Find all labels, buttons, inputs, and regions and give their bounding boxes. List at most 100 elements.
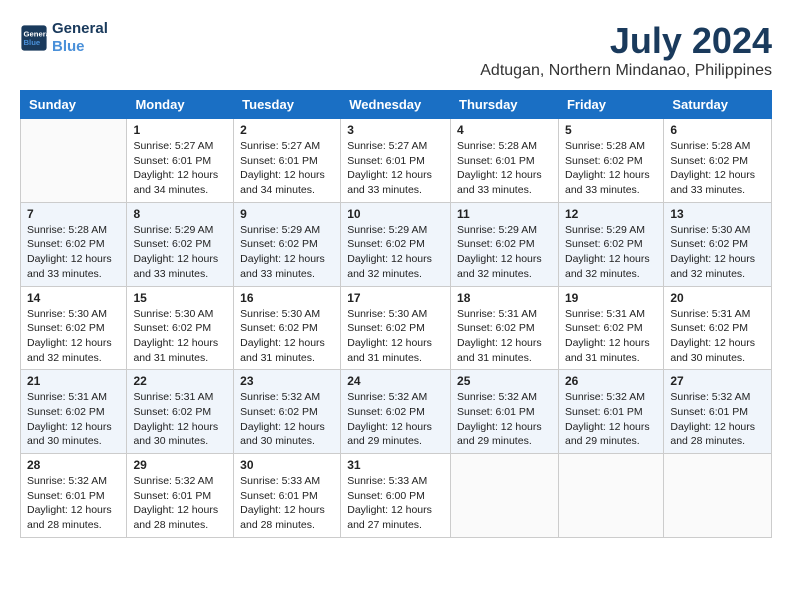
day-content: Sunset: 6:02 PM: [565, 154, 657, 169]
day-content: Sunrise: 5:33 AM: [240, 474, 334, 489]
day-content: Sunset: 6:02 PM: [565, 237, 657, 252]
day-number: 6: [670, 123, 765, 137]
header-sunday: Sunday: [21, 91, 127, 119]
day-content: Daylight: 12 hours: [27, 503, 120, 518]
table-row: 16Sunrise: 5:30 AMSunset: 6:02 PMDayligh…: [234, 286, 341, 370]
table-row: 10Sunrise: 5:29 AMSunset: 6:02 PMDayligh…: [341, 202, 451, 286]
table-row: 4Sunrise: 5:28 AMSunset: 6:01 PMDaylight…: [451, 119, 559, 203]
day-content: Sunrise: 5:29 AM: [133, 223, 227, 238]
day-content: Sunrise: 5:31 AM: [457, 307, 552, 322]
header-wednesday: Wednesday: [341, 91, 451, 119]
day-content: Daylight: 12 hours: [347, 503, 444, 518]
day-content: and 31 minutes.: [565, 351, 657, 366]
day-number: 23: [240, 374, 334, 388]
day-content: Daylight: 12 hours: [240, 336, 334, 351]
day-content: Daylight: 12 hours: [457, 420, 552, 435]
day-content: Sunset: 6:02 PM: [670, 154, 765, 169]
header-saturday: Saturday: [664, 91, 772, 119]
day-content: Sunset: 6:02 PM: [457, 321, 552, 336]
day-content: Daylight: 12 hours: [240, 503, 334, 518]
table-row: [451, 454, 559, 538]
day-content: Daylight: 12 hours: [240, 420, 334, 435]
table-row: 14Sunrise: 5:30 AMSunset: 6:02 PMDayligh…: [21, 286, 127, 370]
day-number: 27: [670, 374, 765, 388]
day-content: Sunset: 6:02 PM: [133, 405, 227, 420]
day-content: Daylight: 12 hours: [347, 168, 444, 183]
table-row: 13Sunrise: 5:30 AMSunset: 6:02 PMDayligh…: [664, 202, 772, 286]
day-number: 19: [565, 291, 657, 305]
day-number: 9: [240, 207, 334, 221]
day-content: Daylight: 12 hours: [565, 336, 657, 351]
day-content: Sunset: 6:02 PM: [565, 321, 657, 336]
day-content: Sunset: 6:02 PM: [27, 405, 120, 420]
day-content: and 31 minutes.: [133, 351, 227, 366]
day-number: 13: [670, 207, 765, 221]
day-content: Sunset: 6:02 PM: [457, 237, 552, 252]
day-content: Sunset: 6:02 PM: [133, 321, 227, 336]
calendar-week-row: 7Sunrise: 5:28 AMSunset: 6:02 PMDaylight…: [21, 202, 772, 286]
day-content: Daylight: 12 hours: [240, 168, 334, 183]
day-content: Sunrise: 5:32 AM: [670, 390, 765, 405]
day-content: Daylight: 12 hours: [670, 252, 765, 267]
day-number: 3: [347, 123, 444, 137]
day-content: and 32 minutes.: [347, 267, 444, 282]
day-content: Sunrise: 5:30 AM: [133, 307, 227, 322]
day-content: Sunrise: 5:32 AM: [240, 390, 334, 405]
day-content: and 29 minutes.: [565, 434, 657, 449]
logo: General Blue General Blue: [20, 20, 108, 56]
day-content: Sunrise: 5:28 AM: [670, 139, 765, 154]
table-row: 2Sunrise: 5:27 AMSunset: 6:01 PMDaylight…: [234, 119, 341, 203]
day-content: Sunrise: 5:32 AM: [565, 390, 657, 405]
table-row: 28Sunrise: 5:32 AMSunset: 6:01 PMDayligh…: [21, 454, 127, 538]
day-number: 12: [565, 207, 657, 221]
day-content: Daylight: 12 hours: [133, 252, 227, 267]
table-row: 5Sunrise: 5:28 AMSunset: 6:02 PMDaylight…: [558, 119, 663, 203]
table-row: 24Sunrise: 5:32 AMSunset: 6:02 PMDayligh…: [341, 370, 451, 454]
calendar-header-row: Sunday Monday Tuesday Wednesday Thursday…: [21, 91, 772, 119]
day-content: Sunrise: 5:28 AM: [457, 139, 552, 154]
day-content: and 30 minutes.: [240, 434, 334, 449]
calendar-week-row: 14Sunrise: 5:30 AMSunset: 6:02 PMDayligh…: [21, 286, 772, 370]
day-content: Daylight: 12 hours: [347, 420, 444, 435]
day-number: 10: [347, 207, 444, 221]
day-number: 31: [347, 458, 444, 472]
day-content: Daylight: 12 hours: [133, 336, 227, 351]
header-tuesday: Tuesday: [234, 91, 341, 119]
day-content: Sunset: 6:01 PM: [27, 489, 120, 504]
table-row: 19Sunrise: 5:31 AMSunset: 6:02 PMDayligh…: [558, 286, 663, 370]
table-row: 15Sunrise: 5:30 AMSunset: 6:02 PMDayligh…: [127, 286, 234, 370]
table-row: 27Sunrise: 5:32 AMSunset: 6:01 PMDayligh…: [664, 370, 772, 454]
day-content: and 30 minutes.: [670, 351, 765, 366]
day-number: 5: [565, 123, 657, 137]
header-thursday: Thursday: [451, 91, 559, 119]
day-content: and 33 minutes.: [670, 183, 765, 198]
logo-text-line1: General: [52, 20, 108, 38]
day-number: 21: [27, 374, 120, 388]
day-content: Sunset: 6:01 PM: [457, 154, 552, 169]
day-content: Daylight: 12 hours: [240, 252, 334, 267]
day-content: Sunset: 6:02 PM: [670, 237, 765, 252]
table-row: 20Sunrise: 5:31 AMSunset: 6:02 PMDayligh…: [664, 286, 772, 370]
day-number: 16: [240, 291, 334, 305]
day-content: Sunrise: 5:27 AM: [133, 139, 227, 154]
day-content: Sunrise: 5:31 AM: [670, 307, 765, 322]
day-content: Sunset: 6:01 PM: [565, 405, 657, 420]
day-content: and 29 minutes.: [347, 434, 444, 449]
day-content: Sunrise: 5:29 AM: [565, 223, 657, 238]
day-number: 2: [240, 123, 334, 137]
day-content: Daylight: 12 hours: [670, 168, 765, 183]
day-content: Sunrise: 5:31 AM: [27, 390, 120, 405]
day-number: 29: [133, 458, 227, 472]
day-content: Daylight: 12 hours: [670, 336, 765, 351]
day-content: Sunrise: 5:27 AM: [347, 139, 444, 154]
day-content: and 33 minutes.: [565, 183, 657, 198]
day-content: Sunrise: 5:31 AM: [133, 390, 227, 405]
day-number: 26: [565, 374, 657, 388]
table-row: 6 Sunrise: 5:28 AMSunset: 6:02 PMDaylight…: [664, 119, 772, 203]
day-content: and 29 minutes.: [457, 434, 552, 449]
day-content: Daylight: 12 hours: [347, 336, 444, 351]
table-row: [558, 454, 663, 538]
day-content: Sunrise: 5:28 AM: [565, 139, 657, 154]
table-row: [21, 119, 127, 203]
day-number: 18: [457, 291, 552, 305]
